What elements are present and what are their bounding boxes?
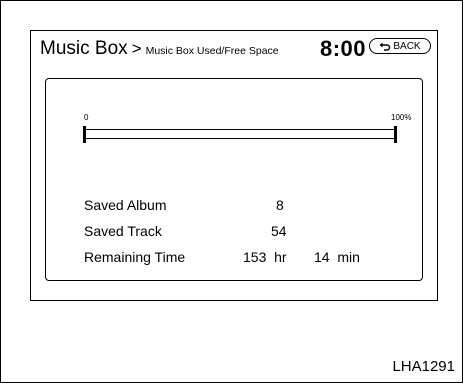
back-button[interactable]: BACK [369, 38, 431, 54]
saved-album-value: 8 [276, 197, 284, 213]
usage-bar-left-cap [83, 126, 86, 143]
figure-code: LHA1291 [392, 358, 455, 375]
screen-header: Music Box > Music Box Used/Free Space 8:… [31, 31, 437, 67]
page-title: Music Box [40, 38, 128, 59]
saved-track-label: Saved Track [84, 223, 162, 239]
remaining-minutes-value: 14 min [314, 249, 360, 265]
saved-track-value: 54 [271, 223, 287, 239]
back-arrow-icon [379, 42, 391, 51]
usage-min-label: 0 [84, 113, 89, 122]
clock: 8:00 [320, 36, 367, 61]
remaining-hours-value: 153 hr [243, 249, 287, 265]
minutes-unit: min [337, 249, 360, 265]
usage-max-label: 100% [391, 113, 412, 122]
hours-unit: hr [274, 249, 287, 265]
remaining-minutes: 14 [314, 249, 330, 265]
remaining-hours: 153 [243, 249, 267, 265]
breadcrumb-separator: > [131, 39, 142, 58]
saved-album-label: Saved Album [84, 197, 167, 213]
page-subtitle: Music Box Used/Free Space [145, 45, 279, 57]
remaining-time-label: Remaining Time [84, 249, 186, 265]
usage-bar [84, 129, 396, 139]
usage-bar-right-cap [394, 126, 397, 143]
usage-panel: 0 100% Saved Album 8 Saved Track 54 Rema… [45, 78, 423, 281]
breadcrumb: Music Box > Music Box Used/Free Space [40, 38, 279, 60]
music-box-screen: Music Box > Music Box Used/Free Space 8:… [30, 30, 438, 301]
back-button-label: BACK [393, 40, 421, 52]
